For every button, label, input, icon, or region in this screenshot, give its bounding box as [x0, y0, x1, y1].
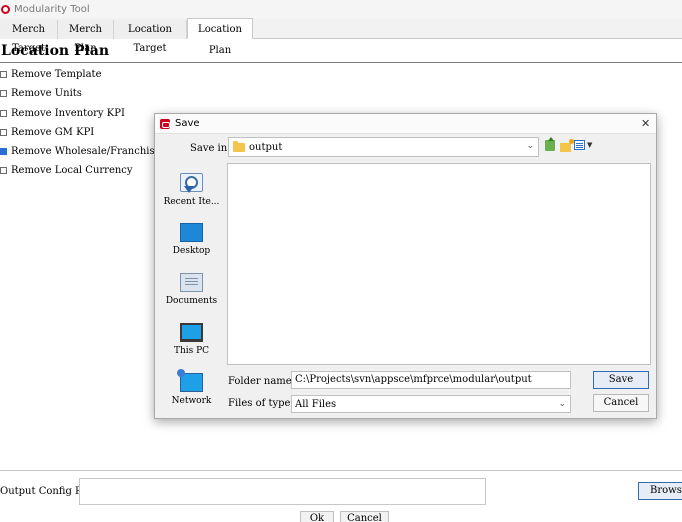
this-pc-icon: [180, 323, 203, 342]
place-recent-items[interactable]: Recent Ite...: [161, 171, 222, 219]
place-this-pc[interactable]: This PC: [161, 321, 222, 369]
place-label: This PC: [173, 346, 210, 356]
checkbox[interactable]: [0, 128, 7, 136]
tab-location-target[interactable]: Location Target: [114, 20, 187, 54]
caret-down-icon[interactable]: ▼: [587, 141, 592, 149]
up-one-level-icon[interactable]: [545, 137, 555, 151]
view-menu-icon[interactable]: [574, 140, 585, 150]
app-logo-icon: [160, 119, 170, 129]
app-logo-icon: [1, 4, 10, 14]
save-in-dropdown[interactable]: output ⌄: [228, 137, 539, 157]
save-in-value: output: [249, 142, 283, 153]
place-label: Documents: [165, 296, 218, 306]
folder-name-input[interactable]: C:\Projects\svn\appsce\mfprce\modular\ou…: [291, 371, 571, 389]
files-of-type-label: Files of type:: [228, 398, 294, 409]
output-config-path-input[interactable]: [79, 478, 486, 505]
new-folder-icon[interactable]: [560, 139, 574, 152]
chevron-down-icon: ⌄: [558, 399, 566, 409]
cancel-button[interactable]: Cancel: [340, 511, 389, 522]
tab-location-plan[interactable]: Location Plan: [187, 18, 253, 56]
ok-button[interactable]: Ok: [300, 511, 334, 522]
save-button[interactable]: Save: [593, 371, 649, 389]
bottom-divider: [0, 470, 682, 471]
save-dialog: Save ✕ Save in: output ⌄ ▼ Recent Ite...…: [154, 113, 657, 419]
files-of-type-dropdown[interactable]: All Files ⌄: [291, 395, 571, 413]
dialog-title: Save: [175, 118, 200, 129]
chevron-down-icon: ⌄: [526, 141, 534, 151]
checkbox-checked[interactable]: [0, 147, 7, 155]
file-list[interactable]: [227, 163, 651, 365]
checkbox[interactable]: [0, 89, 7, 97]
place-label: Recent Ite...: [163, 197, 220, 207]
place-documents[interactable]: Documents: [161, 271, 222, 319]
option-label: Remove GM KPI: [11, 126, 95, 138]
page-title: Location Plan: [1, 43, 110, 59]
option-remove-template[interactable]: Remove Template: [0, 67, 102, 81]
recent-items-icon: [180, 173, 203, 193]
tab-bar: Merch Target Merch Plan Location Target …: [0, 18, 682, 56]
close-icon[interactable]: ✕: [641, 117, 650, 130]
place-label: Network: [171, 396, 212, 406]
checkbox[interactable]: [0, 70, 7, 78]
option-label: Remove Inventory KPI: [11, 107, 125, 119]
option-label: Remove Local Currency: [11, 164, 133, 176]
dialog-cancel-button[interactable]: Cancel: [593, 394, 649, 412]
option-label: Remove Units: [11, 87, 82, 99]
checkbox[interactable]: [0, 166, 7, 174]
save-in-label: Save in:: [190, 143, 231, 154]
browse-button[interactable]: Browse: [638, 482, 682, 500]
tab-merch-target[interactable]: Merch Target: [0, 20, 58, 54]
desktop-icon: [180, 223, 203, 242]
window-titlebar: Modularity Tool: [0, 0, 682, 18]
folder-icon: [233, 141, 245, 152]
tab-merch-plan[interactable]: Merch Plan: [58, 20, 114, 54]
network-icon: [177, 369, 203, 392]
option-remove-local-currency[interactable]: Remove Local Currency: [0, 163, 133, 177]
option-label: Remove Template: [11, 68, 102, 80]
option-remove-units[interactable]: Remove Units: [0, 86, 82, 100]
place-label: Desktop: [172, 246, 211, 256]
place-desktop[interactable]: Desktop: [161, 221, 222, 269]
documents-icon: [180, 273, 203, 292]
title-divider: [0, 62, 682, 63]
place-network[interactable]: Network: [161, 369, 222, 419]
folder-name-label: Folder name:: [228, 376, 296, 387]
places-bar: Recent Ite... Desktop Documents This PC …: [161, 163, 222, 415]
files-of-type-value: All Files: [295, 399, 337, 410]
checkbox[interactable]: [0, 109, 7, 117]
dialog-titlebar: Save ✕: [155, 114, 656, 134]
window-title: Modularity Tool: [14, 3, 90, 15]
option-remove-inventory-kpi[interactable]: Remove Inventory KPI: [0, 106, 125, 120]
option-remove-gm-kpi[interactable]: Remove GM KPI: [0, 125, 94, 139]
